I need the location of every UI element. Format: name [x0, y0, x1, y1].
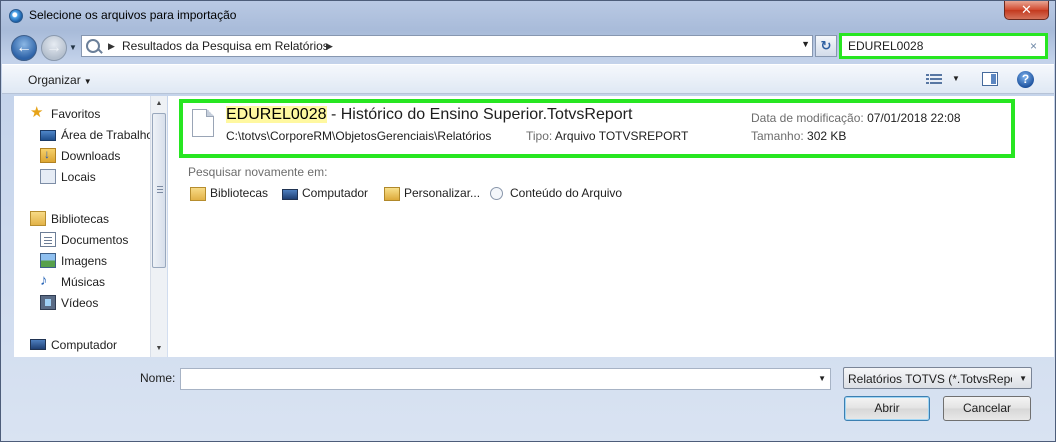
sidebar-item-label: Bibliotecas: [51, 212, 110, 226]
file-name-input[interactable]: ▼: [180, 368, 831, 390]
computer-icon: [30, 339, 46, 350]
result-file-name: EDUREL0028 - Histórico do Ensino Superio…: [226, 106, 632, 124]
sidebar-item-favorites[interactable]: ★ Favoritos: [14, 105, 154, 125]
file-type-value: Relatórios TOTVS (*.TotvsRepor: [848, 372, 1012, 386]
scroll-down-icon[interactable]: ▼: [151, 341, 167, 357]
recent-places-icon: [40, 169, 56, 184]
sidebar-item-videos[interactable]: Vídeos: [14, 294, 154, 314]
sidebar-item-pictures[interactable]: Imagens: [14, 252, 154, 272]
sidebar-item-desktop[interactable]: Área de Trabalho: [14, 126, 154, 146]
sidebar-item-places[interactable]: Locais: [14, 168, 154, 188]
app-icon: [9, 9, 23, 23]
sidebar-item-computer[interactable]: Computador: [14, 336, 154, 356]
star-icon: ★: [30, 104, 44, 121]
sidebar-item-downloads[interactable]: Downloads: [14, 147, 154, 167]
help-icon[interactable]: ?: [1017, 71, 1034, 88]
computer-icon: [282, 189, 298, 200]
documents-icon: [40, 232, 56, 247]
sidebar-item-label: Favoritos: [51, 107, 101, 121]
refresh-button[interactable]: ↻: [815, 35, 837, 57]
breadcrumb-location[interactable]: Resultados da Pesquisa em Relatórios: [122, 39, 329, 53]
address-bar[interactable]: ▶ Resultados da Pesquisa em Relatórios ▶…: [81, 35, 813, 57]
file-contents-search-icon: [490, 187, 503, 200]
sidebar-item-label: Imagens: [61, 254, 108, 268]
history-dropdown-icon[interactable]: ▼: [69, 43, 77, 52]
result-path: C:\totvs\CorporeRM\ObjetosGerenciais\Rel…: [226, 129, 492, 143]
libraries-icon: [190, 187, 206, 201]
chevron-down-icon[interactable]: ▼: [1019, 374, 1027, 383]
desktop-icon: [40, 130, 56, 141]
command-toolbar: Organizar ▼ ▼ ?: [2, 64, 1054, 94]
close-button[interactable]: ✕: [1004, 1, 1049, 20]
back-button[interactable]: ←: [11, 35, 37, 61]
search-again-item-label: Personalizar...: [404, 186, 481, 200]
sidebar-item-documents[interactable]: Documentos: [14, 231, 154, 251]
organize-label: Organizar: [28, 73, 81, 87]
downloads-folder-icon: [40, 147, 56, 163]
date-key: Data de modificação:: [751, 111, 864, 125]
navigation-scrollbar[interactable]: ▲ ▼: [150, 96, 167, 357]
file-name-dropdown-icon[interactable]: ▼: [818, 374, 826, 383]
sidebar-item-label: Computador: [51, 338, 118, 352]
music-note-icon: ♪: [40, 272, 48, 289]
breadcrumb-chevron-icon[interactable]: ▶: [326, 41, 333, 52]
sidebar-item-label: Downloads: [61, 149, 121, 163]
type-key: Tipo:: [526, 129, 553, 143]
navigation-pane: ★ Favoritos Área de Trabalho Downloads L…: [14, 96, 167, 357]
grip-icon: [157, 186, 163, 193]
file-open-dialog: Selecione os arquivos para importação ✕ …: [0, 0, 1056, 442]
search-again-item-label: Conteúdo do Arquivo: [510, 186, 623, 200]
result-type: Tipo: Arquivo TOTVSREPORT: [526, 129, 688, 143]
view-options-dropdown-icon[interactable]: ▼: [952, 74, 960, 83]
view-details-icon[interactable]: [926, 72, 942, 86]
breadcrumb-chevron-icon[interactable]: ▶: [108, 41, 115, 52]
sidebar-item-label: Músicas: [61, 275, 106, 289]
forward-button[interactable]: →: [41, 35, 67, 61]
search-again-item-label: Bibliotecas: [210, 186, 269, 200]
result-size: Tamanho: 302 KB: [751, 129, 846, 143]
scrollbar-thumb[interactable]: [152, 113, 166, 268]
search-result-item[interactable]: EDUREL0028 - Histórico do Ensino Superio…: [179, 99, 1015, 158]
sidebar-item-music[interactable]: ♪ Músicas: [14, 273, 154, 293]
chevron-down-icon: ▼: [83, 77, 92, 86]
open-button[interactable]: Abrir: [844, 396, 930, 421]
type-value: Arquivo TOTVSREPORT: [554, 129, 689, 143]
search-value[interactable]: EDUREL0028: [848, 39, 923, 53]
clear-search-icon[interactable]: ×: [1030, 39, 1037, 53]
pictures-icon: [40, 253, 56, 268]
file-type-filter[interactable]: Relatórios TOTVS (*.TotvsRepor ▼: [843, 367, 1032, 389]
size-key: Tamanho:: [751, 129, 804, 143]
cancel-button[interactable]: Cancelar: [943, 396, 1031, 421]
title-bar: Selecione os arquivos para importação ✕: [1, 1, 1055, 29]
search-input[interactable]: EDUREL0028 ×: [839, 33, 1048, 59]
address-dropdown-icon[interactable]: ▼: [801, 39, 810, 49]
date-value: 07/01/2018 22:08: [867, 111, 961, 125]
window-title: Selecione os arquivos para importação: [29, 8, 237, 22]
sidebar-item-label: Locais: [61, 170, 96, 184]
video-icon: [40, 295, 56, 310]
preview-pane-icon[interactable]: [982, 72, 998, 86]
file-icon: [192, 109, 214, 137]
result-date: Data de modificação: 07/01/2018 22:08: [751, 111, 961, 125]
sidebar-item-label: Vídeos: [61, 296, 99, 310]
search-results-icon: [86, 39, 100, 53]
search-again-item-label: Computador: [302, 186, 369, 200]
libraries-icon: [30, 211, 46, 226]
results-pane: EDUREL0028 - Histórico do Ensino Superio…: [168, 96, 1054, 357]
result-name-rest: - Histórico do Ensino Superior.TotvsRepo…: [326, 106, 633, 123]
search-again-label: Pesquisar novamente em:: [188, 165, 328, 179]
sidebar-item-label: Área de Trabalho: [61, 128, 154, 142]
scroll-up-icon[interactable]: ▲: [151, 96, 167, 112]
sidebar-item-label: Documentos: [61, 233, 129, 247]
size-value: 302 KB: [807, 129, 847, 143]
sidebar-item-libraries[interactable]: Bibliotecas: [14, 210, 154, 230]
file-name-label: Nome:: [140, 371, 176, 385]
search-match-highlight: EDUREL0028: [226, 106, 327, 123]
custom-folder-icon: [384, 187, 400, 201]
organize-menu-button[interactable]: Organizar ▼: [28, 73, 92, 87]
